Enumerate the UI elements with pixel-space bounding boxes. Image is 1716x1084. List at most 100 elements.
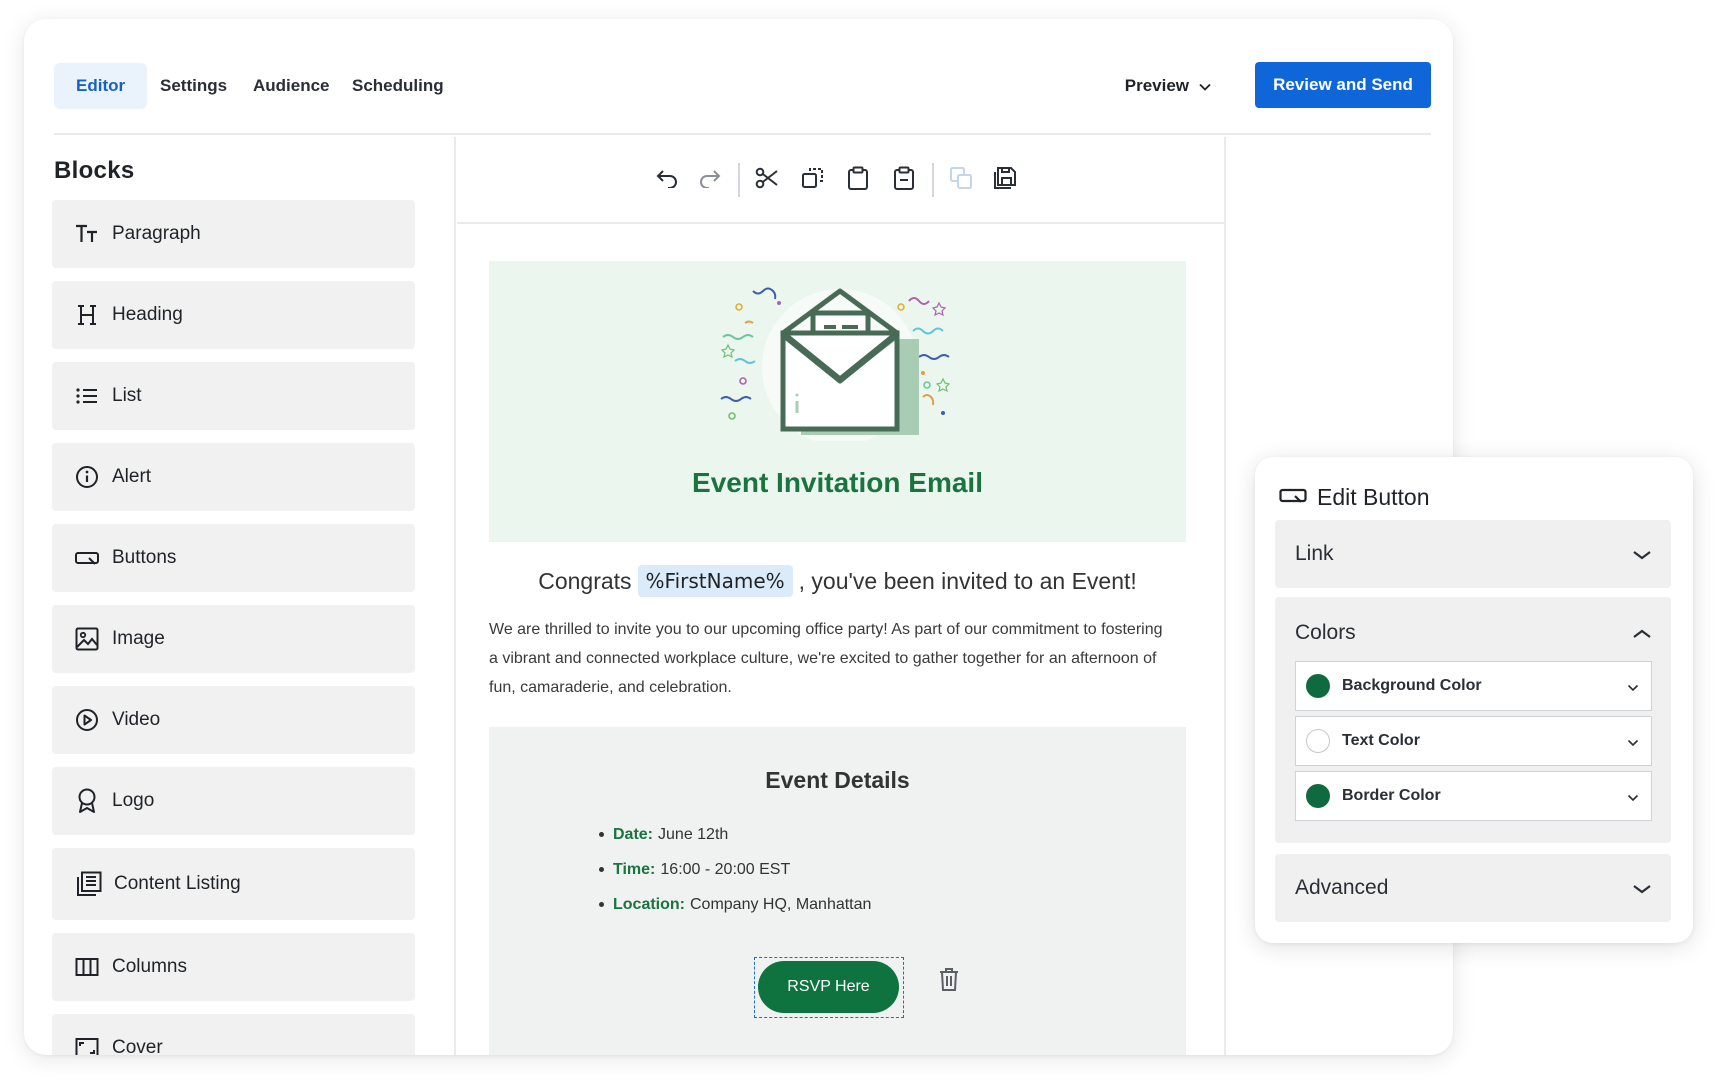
- top-nav: Editor Settings Audience Scheduling Prev…: [54, 43, 1431, 135]
- chevron-down-icon: [1199, 63, 1211, 109]
- image-icon: [74, 626, 100, 652]
- block-label: Buttons: [112, 547, 177, 568]
- block-label: Heading: [112, 304, 183, 325]
- selected-block-outline: RSVP Here: [754, 957, 904, 1018]
- columns-icon: [74, 954, 100, 980]
- cover-icon: [74, 1035, 100, 1055]
- intro-paragraph[interactable]: We are thrilled to invite you to our upc…: [489, 615, 1169, 702]
- cut-icon[interactable]: [752, 163, 782, 193]
- bullet: [599, 832, 604, 837]
- save-icon[interactable]: [990, 163, 1020, 193]
- color-swatch: [1306, 674, 1330, 698]
- button-icon: [74, 545, 100, 571]
- details-list: Date: June 12th Time: 16:00 - 20:00 EST …: [599, 817, 871, 922]
- toolbar-divider: [738, 163, 740, 197]
- text-color-select[interactable]: Text Color: [1295, 716, 1652, 766]
- chevron-down-icon: [1627, 679, 1639, 697]
- duplicate-icon[interactable]: [946, 163, 976, 193]
- trash-icon[interactable]: [938, 966, 962, 994]
- detail-label: Date:: [613, 826, 654, 843]
- accordion-title: Advanced: [1295, 876, 1389, 899]
- color-label: Border Color: [1342, 787, 1441, 804]
- preview-label: Preview: [1124, 76, 1189, 95]
- greeting-suffix: , you've been invited to an Event!: [798, 567, 1137, 594]
- bullet: [599, 902, 604, 907]
- chevron-down-icon: [1627, 789, 1639, 807]
- edit-button-panel: Edit Button Link Colors Background Color…: [1255, 457, 1693, 943]
- review-and-send-button[interactable]: Review and Send: [1255, 62, 1431, 108]
- list-item: Location: Company HQ, Manhattan: [599, 887, 871, 922]
- detail-value: June 12th: [658, 826, 729, 843]
- block-image[interactable]: Image: [52, 605, 415, 673]
- heading-icon: [74, 302, 100, 328]
- detail-label: Location:: [613, 896, 685, 913]
- button-icon: [1279, 484, 1307, 511]
- color-swatch: [1306, 729, 1330, 753]
- accordion-link[interactable]: Link: [1275, 520, 1671, 588]
- email-canvas: Event Invitation Email Congrats %FirstNa…: [457, 137, 1226, 1055]
- paste-icon[interactable]: [843, 163, 873, 193]
- tab-editor[interactable]: Editor: [54, 63, 148, 109]
- block-label: Content Listing: [114, 873, 241, 894]
- app-window: Editor Settings Audience Scheduling Prev…: [24, 19, 1453, 1055]
- blocks-sidebar: Blocks Paragraph Heading List Alert Butt…: [52, 137, 456, 1055]
- hero-title: Event Invitation Email: [692, 467, 983, 498]
- copy-icon[interactable]: [798, 163, 828, 193]
- block-label: Image: [112, 628, 165, 649]
- detail-value: Company HQ, Manhattan: [690, 896, 872, 913]
- block-label: List: [112, 385, 142, 406]
- envelope-illustration: [720, 287, 951, 441]
- greeting-heading[interactable]: Congrats %FirstName% , you've been invit…: [489, 565, 1186, 597]
- block-video[interactable]: Video: [52, 686, 415, 754]
- editor-toolbar: [457, 137, 1224, 224]
- block-label: Alert: [112, 466, 152, 487]
- block-content-listing[interactable]: Content Listing: [52, 848, 415, 920]
- list-icon: [74, 383, 100, 409]
- block-paragraph[interactable]: Paragraph: [52, 200, 415, 268]
- detail-label: Time:: [613, 861, 656, 878]
- list-item: Date: June 12th: [599, 817, 871, 852]
- tab-scheduling[interactable]: Scheduling: [330, 63, 466, 109]
- block-label: Video: [112, 709, 161, 730]
- merge-tag-firstname[interactable]: %FirstName%: [637, 565, 793, 597]
- block-heading[interactable]: Heading: [52, 281, 415, 349]
- toolbar-divider: [932, 163, 934, 197]
- chevron-up-icon: [1633, 621, 1651, 645]
- block-label: Cover: [112, 1037, 163, 1055]
- background-color-select[interactable]: Background Color: [1295, 661, 1652, 711]
- chevron-down-icon: [1627, 734, 1639, 752]
- color-swatch: [1306, 784, 1330, 808]
- video-icon: [74, 707, 100, 733]
- content-listing-icon: [76, 871, 102, 897]
- accordion-colors[interactable]: Colors Background Color Text Color Borde…: [1275, 597, 1671, 843]
- rsvp-button[interactable]: RSVP Here: [758, 961, 899, 1013]
- block-cover[interactable]: Cover: [52, 1014, 415, 1055]
- chevron-down-icon: [1633, 542, 1651, 566]
- block-logo[interactable]: Logo: [52, 767, 415, 835]
- panel-title: Edit Button: [1317, 483, 1430, 510]
- border-color-select[interactable]: Border Color: [1295, 771, 1652, 821]
- panel-header: Edit Button: [1279, 477, 1430, 517]
- undo-icon[interactable]: [652, 163, 682, 193]
- accordion-advanced[interactable]: Advanced: [1275, 854, 1671, 922]
- paragraph-icon: [74, 221, 100, 247]
- block-buttons[interactable]: Buttons: [52, 524, 415, 592]
- details-title: Event Details: [765, 767, 910, 793]
- block-list[interactable]: List: [52, 362, 415, 430]
- block-alert[interactable]: Alert: [52, 443, 415, 511]
- block-label: Paragraph: [112, 223, 201, 244]
- redo-icon[interactable]: [695, 163, 725, 193]
- blocks-title: Blocks: [54, 157, 135, 184]
- block-columns[interactable]: Columns: [52, 933, 415, 1001]
- chevron-down-icon: [1633, 876, 1651, 900]
- block-label: Logo: [112, 790, 155, 811]
- event-details-section[interactable]: Event Details Date: June 12th Time: 16:0…: [489, 727, 1186, 1055]
- list-item: Time: 16:00 - 20:00 EST: [599, 852, 871, 887]
- accordion-title: Colors: [1295, 621, 1356, 644]
- accordion-title: Link: [1295, 542, 1334, 565]
- color-label: Text Color: [1342, 732, 1420, 749]
- paste-text-icon[interactable]: [889, 163, 919, 193]
- preview-dropdown[interactable]: Preview: [1125, 63, 1211, 109]
- color-label: Background Color: [1342, 677, 1482, 694]
- hero-banner[interactable]: Event Invitation Email: [489, 261, 1186, 542]
